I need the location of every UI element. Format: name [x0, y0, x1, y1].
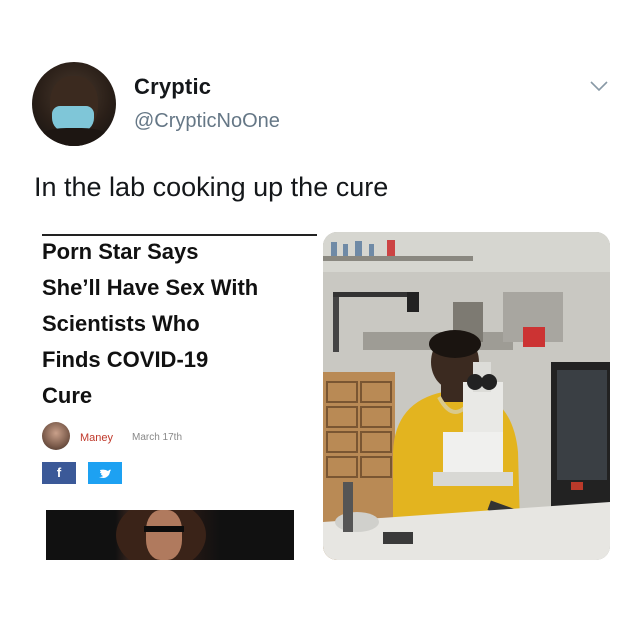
article-author: Maney — [80, 432, 114, 444]
attached-article-screenshot[interactable]: Porn Star Says She’ll Have Sex With Scie… — [42, 230, 317, 560]
profile-avatar[interactable] — [32, 62, 116, 146]
article-headline: Porn Star Says She’ll Have Sex With Scie… — [42, 239, 259, 408]
article-date: March 17th — [132, 432, 183, 443]
photo-choker — [144, 526, 184, 532]
photo-neck — [146, 510, 182, 560]
facebook-icon: f — [42, 462, 76, 484]
display-name[interactable]: Cryptic — [134, 74, 211, 100]
user-handle[interactable]: @CrypticNoOne — [134, 110, 280, 133]
lab-photo[interactable] — [323, 232, 610, 560]
twitter-icon — [88, 462, 122, 484]
tweet-text: In the lab cooking up the cure — [34, 172, 389, 202]
author-avatar — [42, 422, 70, 450]
avatar-shoulders — [36, 128, 112, 146]
chevron-down-icon[interactable] — [590, 80, 608, 92]
article-photo — [46, 510, 294, 560]
